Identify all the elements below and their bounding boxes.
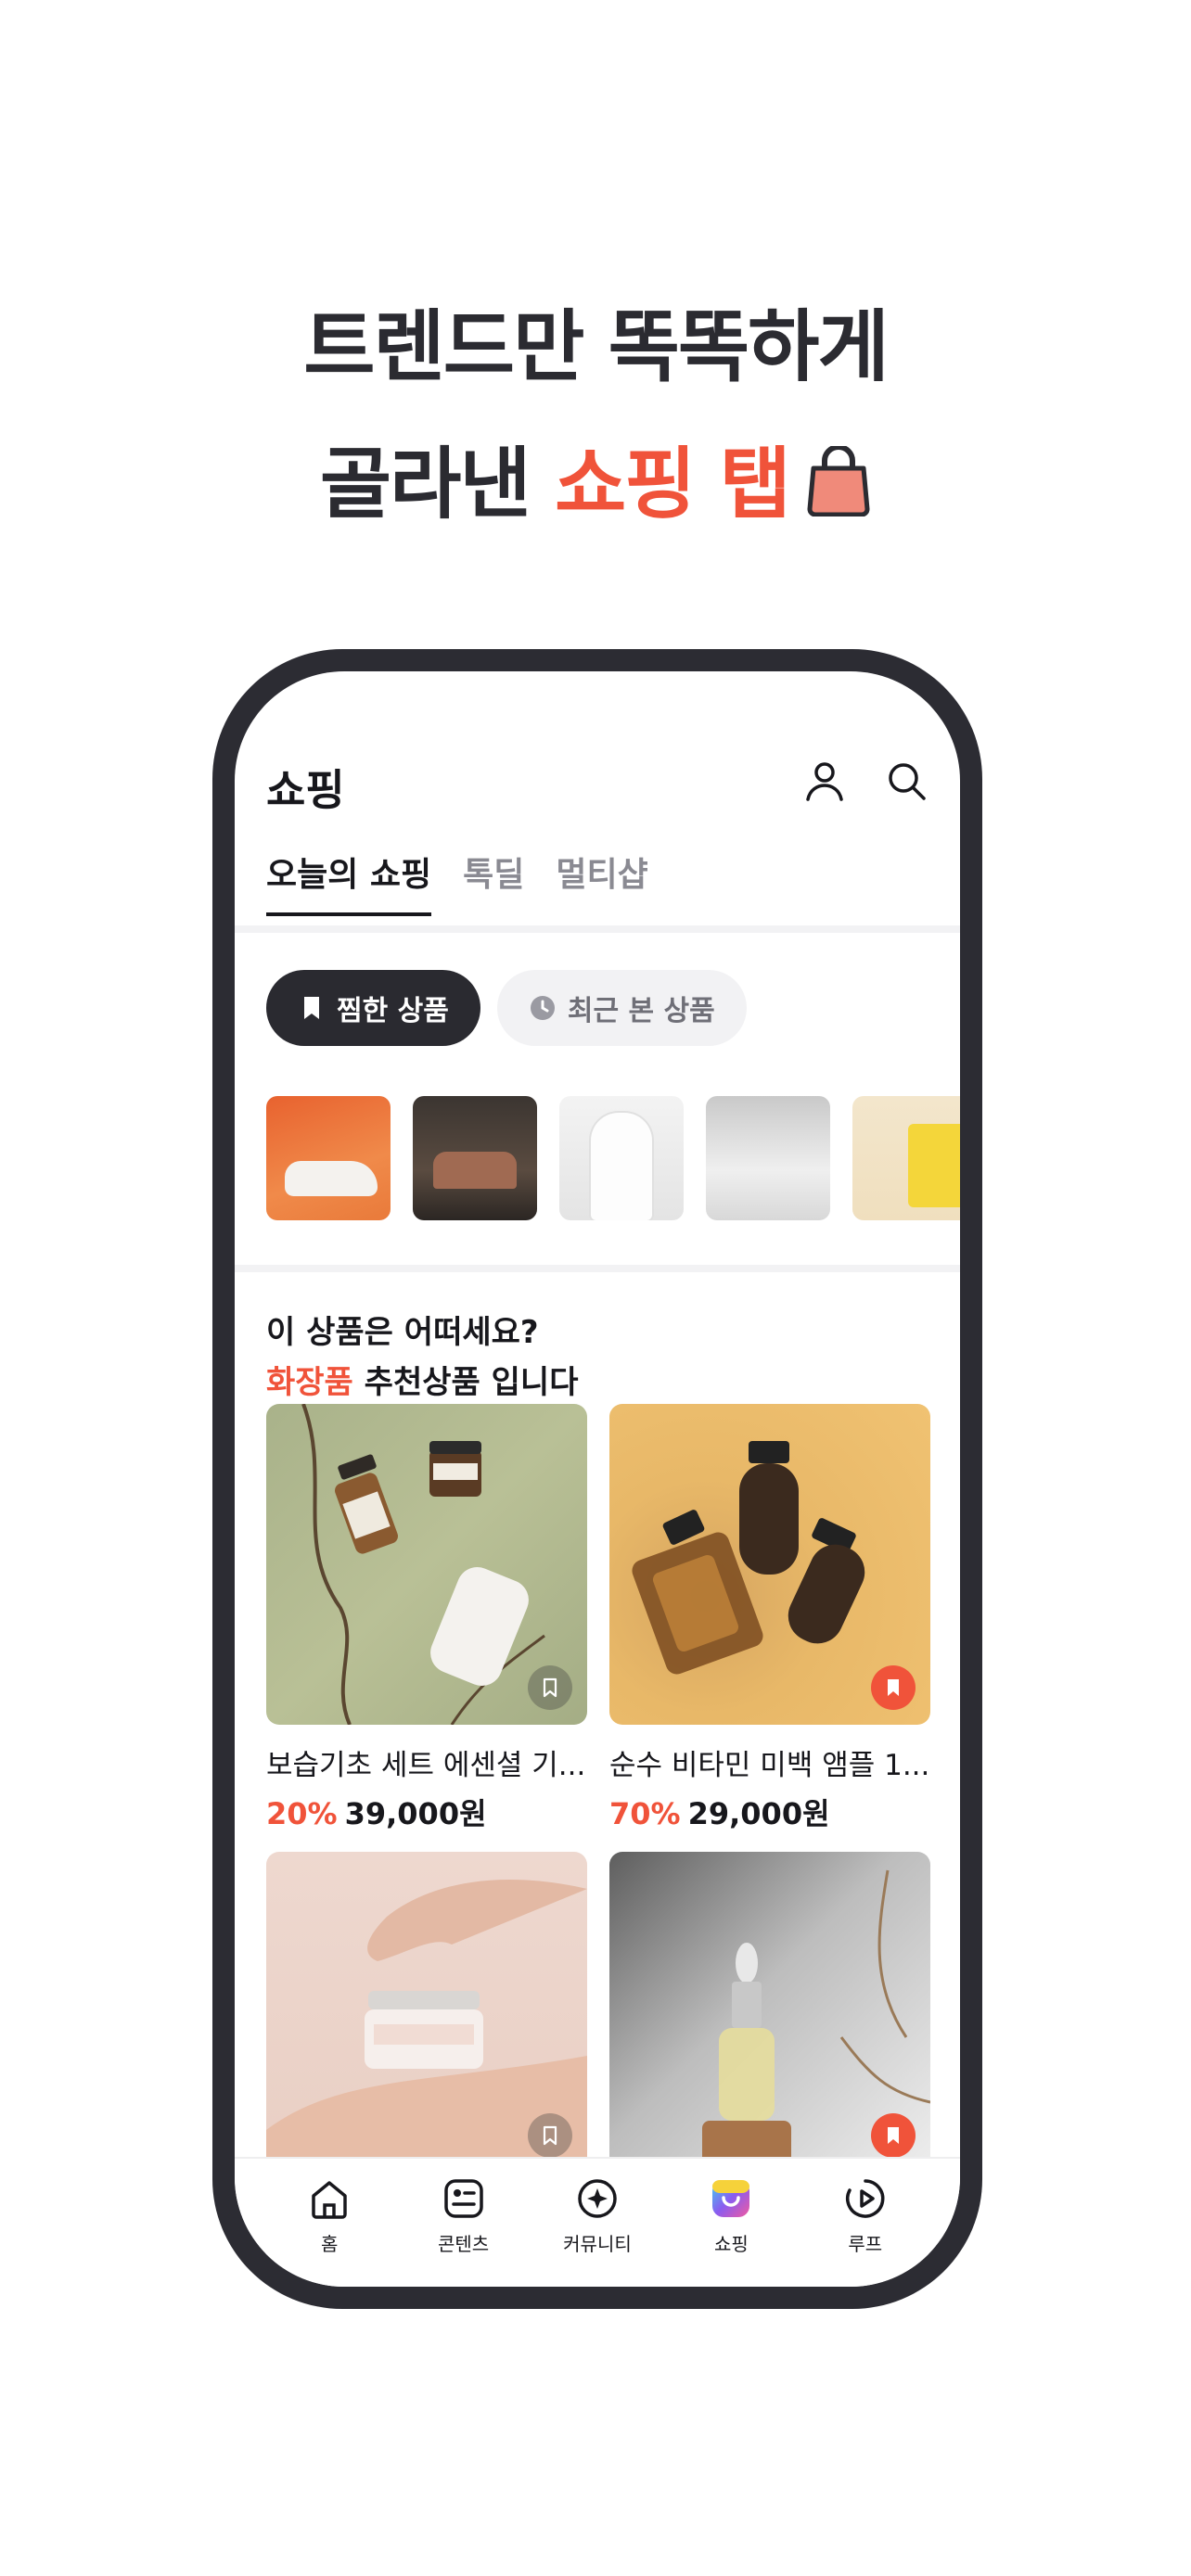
product-card[interactable] — [266, 1852, 587, 2173]
clock-icon — [530, 996, 555, 1020]
price-value: 29,000원 — [687, 1796, 830, 1831]
product-image[interactable] — [266, 1404, 587, 1725]
price-value: 39,000원 — [344, 1796, 487, 1831]
discount-rate: 70% — [609, 1796, 681, 1831]
tab-multishop[interactable]: 멀티샵 — [556, 848, 647, 916]
page-title: 쇼핑 — [266, 765, 345, 815]
section-divider — [235, 1265, 960, 1272]
recommendation-line-1: 이 상품은 어떠세요? — [266, 1314, 539, 1351]
nav-home-label: 홈 — [320, 2233, 339, 2255]
thumbnail-blouse[interactable] — [559, 1096, 684, 1220]
shopping-bag-icon — [807, 446, 870, 516]
product-image[interactable] — [609, 1852, 930, 2173]
nav-shopping-label: 쇼핑 — [713, 2233, 749, 2255]
tab-todays-shopping[interactable]: 오늘의 쇼핑 — [266, 848, 432, 916]
chip-wishlist-label: 찜한 상품 — [337, 995, 449, 1027]
thumbnail-sneaker[interactable] — [266, 1096, 391, 1220]
search-icon[interactable] — [884, 759, 928, 803]
nav-loop[interactable]: 루프 — [810, 2175, 921, 2287]
product-price: 70% 29,000원 — [609, 1791, 930, 1833]
recommendation-line-2-rest: 추천상품 입니다 — [352, 1364, 579, 1401]
product-card[interactable] — [609, 1852, 930, 2173]
nav-community-label: 커뮤니티 — [563, 2233, 632, 2255]
top-bar: 쇼핑 — [266, 755, 928, 820]
nav-shopping[interactable]: 쇼핑 — [675, 2175, 787, 2287]
recommendation-category: 화장품 — [266, 1364, 353, 1401]
loop-play-icon — [845, 2179, 885, 2218]
content-icon — [443, 2179, 483, 2218]
product-image[interactable] — [266, 1852, 587, 2173]
product-price: 20% 39,000원 — [266, 1791, 587, 1833]
chip-recently-viewed-label: 최근 본 상품 — [567, 995, 715, 1027]
bookmark-button[interactable] — [871, 2113, 916, 2158]
bookmark-button[interactable] — [528, 2113, 572, 2158]
phone-screen: 쇼핑 오늘의 쇼핑 톡딜 멀티샵 찜한 상품 최근 본 상품 이 상품은 어떠세… — [235, 671, 960, 2287]
bottom-navigation: 홈 콘텐츠 커뮤니티 쇼핑 루프 — [235, 2157, 960, 2287]
top-icons — [802, 759, 928, 803]
bookmark-filled-icon — [888, 2127, 899, 2144]
chip-recently-viewed[interactable]: 최근 본 상품 — [496, 970, 747, 1046]
bookmark-button[interactable] — [871, 1665, 916, 1710]
product-card[interactable]: 보습기초 세트 에센셜 기... 20% 39,000원 — [266, 1404, 587, 1833]
bookmark-button[interactable] — [528, 1665, 572, 1710]
wishlist-thumbnails — [266, 1096, 960, 1220]
tab-bar: 오늘의 쇼핑 톡딜 멀티샵 — [266, 848, 648, 916]
phone-frame: 쇼핑 오늘의 쇼핑 톡딜 멀티샵 찜한 상품 최근 본 상품 이 상품은 어떠세… — [212, 649, 982, 2309]
filter-chips: 찜한 상품 최근 본 상품 — [266, 970, 747, 1046]
headline-line-2-prefix: 골라낸 — [319, 439, 555, 529]
bookmark-outline-icon — [543, 2125, 557, 2146]
shopping-icon — [712, 2180, 750, 2217]
nav-community[interactable]: 커뮤니티 — [542, 2175, 653, 2287]
tab-talkdeal[interactable]: 톡딜 — [463, 848, 524, 916]
nav-content-label: 콘텐츠 — [437, 2233, 490, 2255]
recommendation-line-2: 화장품 추천상품 입니다 — [266, 1358, 578, 1408]
headline-accent: 쇼핑 탭 — [555, 439, 791, 529]
product-name: 순수 비타민 미백 앰플 1... — [609, 1749, 930, 1782]
headline-line-2: 골라낸 쇼핑 탭 — [0, 415, 1191, 553]
product-name: 보습기초 세트 에센셜 기... — [266, 1749, 586, 1782]
thumbnail-bedding[interactable] — [706, 1096, 830, 1220]
community-icon — [578, 2179, 617, 2218]
nav-loop-label: 루프 — [848, 2233, 883, 2255]
user-icon[interactable] — [802, 759, 847, 803]
nav-home[interactable]: 홈 — [274, 2175, 385, 2287]
product-grid: 보습기초 세트 에센셜 기... 20% 39,000원 순수 비타민 미백 앰… — [266, 1404, 930, 2173]
discount-rate: 20% — [266, 1796, 338, 1831]
home-icon — [312, 2181, 347, 2219]
chip-wishlist[interactable]: 찜한 상품 — [266, 970, 480, 1046]
product-image[interactable] — [609, 1404, 930, 1725]
bookmark-filled-icon — [888, 1679, 899, 1696]
bookmark-icon — [304, 997, 319, 1019]
thumbnail-tissue-box[interactable] — [852, 1096, 960, 1220]
headline-line-1: 트렌드만 똑똑하게 — [303, 301, 890, 392]
thumbnail-sofa[interactable] — [413, 1096, 537, 1220]
product-card[interactable]: 순수 비타민 미백 앰플 1... 70% 29,000원 — [609, 1404, 930, 1833]
tab-divider — [235, 925, 960, 933]
recommendation-heading: 이 상품은 어떠세요? 화장품 추천상품 입니다 — [266, 1307, 578, 1408]
bookmark-outline-icon — [543, 1677, 557, 1698]
nav-content[interactable]: 콘텐츠 — [408, 2175, 519, 2287]
promo-headline: 트렌드만 똑똑하게 골라낸 쇼핑 탭 — [0, 278, 1191, 553]
